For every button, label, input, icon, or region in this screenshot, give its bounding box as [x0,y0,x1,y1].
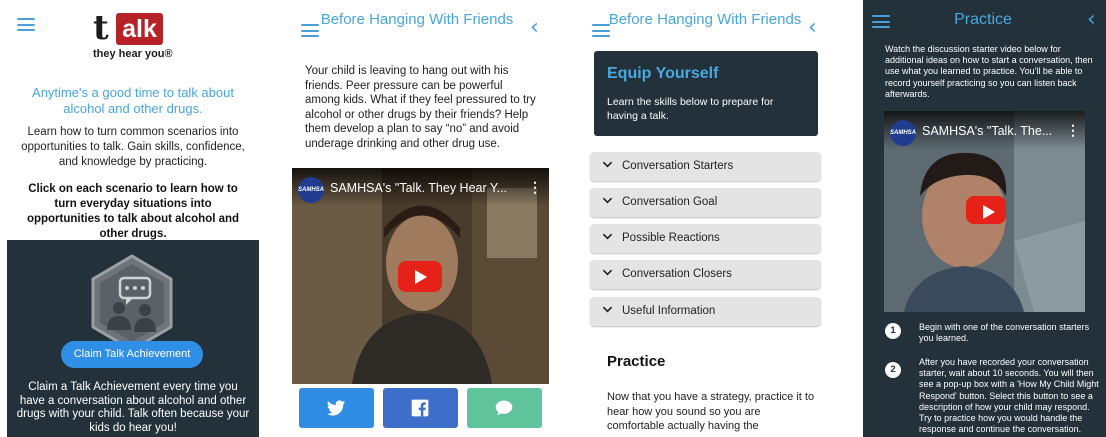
back-chevron-icon[interactable]: ‹ [808,17,817,39]
instruction-text: Click on each scenario to learn how to t… [26,183,240,240]
accordion-conversation-starters[interactable]: Conversation Starters [590,152,821,181]
message-icon [495,400,513,416]
more-options-icon[interactable]: ⋮ [528,179,542,196]
practice-screen: Practice ‹ Watch the discussion starter … [863,0,1106,437]
play-button-icon[interactable] [966,196,1006,224]
step-number: 1 [885,323,901,339]
back-chevron-icon[interactable]: ‹ [1087,9,1096,31]
home-screen: t alk they hear you® Anytime's a good ti… [0,0,266,437]
page-title: Before Hanging With Friends [608,11,802,28]
accordion-label: Conversation Closers [622,268,732,280]
chevron-down-icon [602,306,613,313]
facebook-icon [411,399,429,417]
chevron-down-icon [602,161,613,168]
headline: Anytime's a good time to talk about alco… [32,85,234,116]
share-buttons [299,388,542,428]
video-title: SAMHSA's "Talk. They Hear Y... [330,181,508,195]
achievement-section: Claim Talk Achievement Claim a Talk Achi… [7,240,259,437]
video-title: SAMHSA's "Talk. The... [922,124,1053,138]
accordion-label: Possible Reactions [622,232,720,244]
step-number: 2 [885,362,901,378]
accordion-label: Conversation Goal [622,196,718,208]
claim-description: Claim a Talk Achievement every time you … [16,381,250,434]
accordion-label: Conversation Starters [622,160,734,172]
message-share-button[interactable] [467,388,542,428]
samhsa-logo: SAMHSA [298,177,324,203]
accordion-conversation-closers[interactable]: Conversation Closers [590,260,821,289]
logo-letter: t [93,8,109,48]
equip-yourself-card: Equip Yourself Learn the skills below to… [594,51,818,136]
hamburger-menu-icon[interactable] [17,18,35,31]
twitter-icon [326,400,346,416]
talk-logo: t alk they hear you® [93,8,181,60]
scenario-screen: Before Hanging With Friends ‹ Your child… [283,0,553,437]
practice-intro: Watch the discussion starter video below… [885,44,1093,99]
accordion-label: Useful Information [622,305,716,317]
equip-screen: Before Hanging With Friends ‹ Equip Your… [571,0,841,437]
step-text: Begin with one of the conversation start… [919,322,1090,344]
page-title: Before Hanging With Friends [320,11,514,28]
play-button-icon[interactable] [398,261,442,292]
facebook-share-button[interactable] [383,388,458,428]
scenario-description: Your child is leaving to hang out with h… [305,65,536,150]
hamburger-menu-icon[interactable] [301,24,319,37]
more-options-icon[interactable]: ⋮ [1066,122,1080,139]
video-player[interactable]: SAMHSA SAMHSA's "Talk. They Hear Y... ⋮ [292,168,549,384]
chevron-down-icon [602,233,613,240]
back-chevron-icon[interactable]: ‹ [530,17,539,39]
step-text: After you have recorded your conversatio… [919,357,1099,435]
chevron-down-icon [602,197,613,204]
chevron-down-icon [602,269,613,276]
logo-tagline: they hear you® [93,48,173,60]
hamburger-menu-icon[interactable] [872,15,890,28]
logo-word: alk [116,13,163,45]
page-title: Practice [954,11,1012,28]
video-player[interactable]: SAMHSA SAMHSA's "Talk. The... ⋮ [884,111,1085,312]
samhsa-logo: SAMHSA [890,120,916,146]
claim-talk-achievement-button[interactable]: Claim Talk Achievement [61,341,203,368]
accordion-possible-reactions[interactable]: Possible Reactions [590,224,821,253]
twitter-share-button[interactable] [299,388,374,428]
talk-achievement-badge-icon [91,254,173,352]
practice-description: Now that you have a strategy, practice i… [607,391,815,432]
equip-title: Equip Yourself [607,65,719,82]
practice-heading: Practice [607,353,666,370]
accordion-useful-information[interactable]: Useful Information [590,297,821,326]
accordion-conversation-goal[interactable]: Conversation Goal [590,188,821,217]
equip-subtitle: Learn the skills below to prepare for ha… [607,96,774,122]
intro-text: Learn how to turn common scenarios into … [21,126,245,168]
